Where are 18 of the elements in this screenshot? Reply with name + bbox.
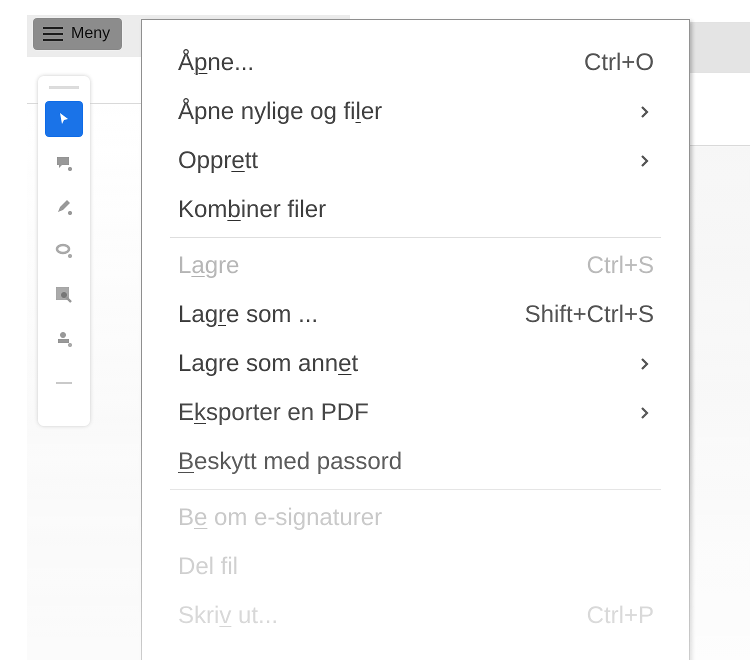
menu-item[interactable]: Beskytt med passord [142,437,689,486]
menu-item[interactable]: Kombiner filer [142,185,689,234]
menu-item[interactable]: Åpne... Ctrl+O [142,38,689,87]
menu-item[interactable]: Opprett [142,136,689,185]
menu-item[interactable]: Åpne nylige og filer [142,87,689,136]
tool-button[interactable] [45,101,83,137]
lasso-icon [54,241,74,261]
menu-icon [43,26,63,42]
chevron-right-icon [640,154,650,168]
image-search-icon [54,285,74,305]
menu-item[interactable]: Lagre som ... Shift+Ctrl+S [142,290,689,339]
toolbar-background [690,22,750,73]
menu-item[interactable]: Lagre som annet [142,339,689,388]
menu-item[interactable]: Eksporter en PDF [142,388,689,437]
menu-button[interactable]: Meny [33,18,122,50]
chevron-right-icon [640,356,650,370]
chevron-right-icon [640,104,650,118]
chevron-right-icon [640,406,650,420]
